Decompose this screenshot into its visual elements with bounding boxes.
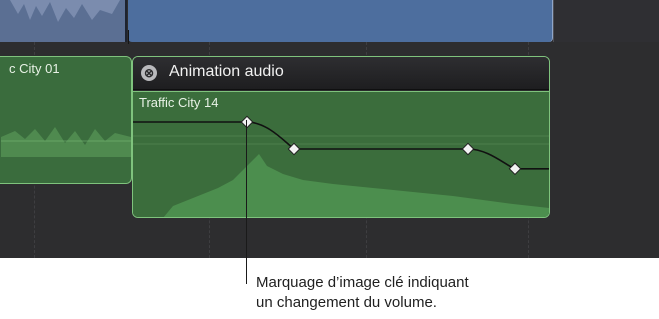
keyframe-diamond-icon[interactable]	[508, 162, 522, 176]
video-clip-left[interactable]	[0, 0, 127, 42]
timeline[interactable]: c City 01 ⊗ Animation audio Traffic City…	[0, 0, 659, 258]
keyframe-diamond-icon[interactable]	[461, 142, 475, 156]
annotation-line-1: Marquage d’image clé indiquant	[256, 274, 469, 291]
audio-clip-traffic-city-14[interactable]: Traffic City 14	[133, 91, 549, 217]
audio-animation-clip[interactable]: ⊗ Animation audio Traffic City 14	[132, 56, 550, 218]
close-icon[interactable]: ⊗	[141, 65, 157, 81]
video-clip-right[interactable]	[553, 0, 659, 42]
audio-waveform-icon	[10, 0, 120, 22]
annotation-callout: Marquage d’image clé indiquant un change…	[256, 273, 469, 313]
annotation-line-2: un changement du volume.	[256, 294, 437, 311]
audio-animation-title: Animation audio	[169, 63, 284, 80]
keyframe-diamond-icon[interactable]	[240, 115, 254, 129]
volume-curve[interactable]	[133, 121, 549, 170]
audio-animation-header: ⊗ Animation audio	[133, 57, 549, 90]
audio-clip-left[interactable]: c City 01	[0, 56, 132, 184]
volume-envelope	[133, 115, 549, 217]
video-clip-main[interactable]	[128, 0, 553, 42]
annotation-leader-line	[246, 120, 247, 284]
audio-waveform-icon	[163, 154, 549, 217]
audio-waveform-icon	[1, 127, 131, 157]
edit-point-marker	[128, 30, 129, 44]
